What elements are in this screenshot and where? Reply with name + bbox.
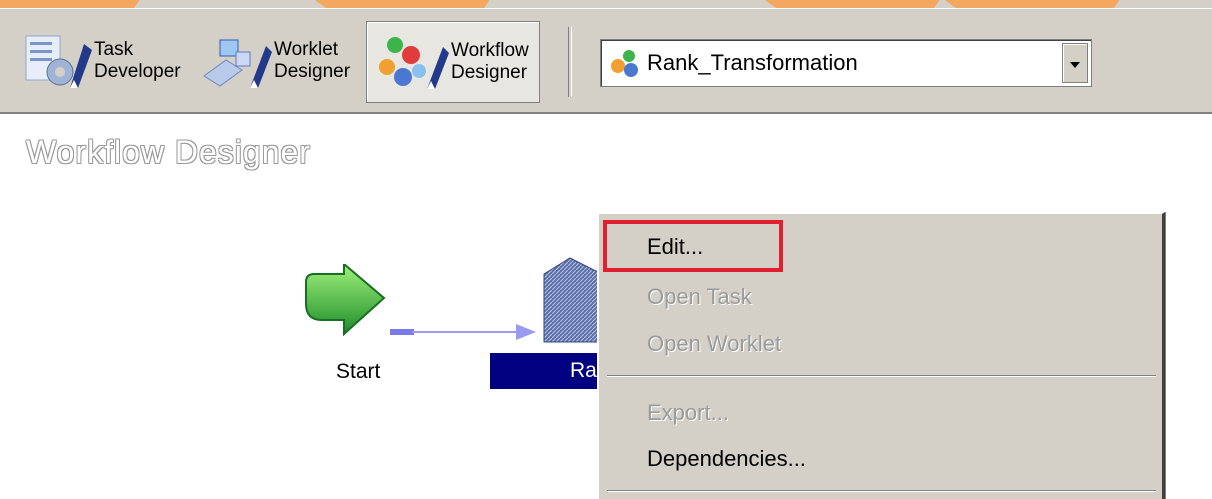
task-developer-icon — [22, 30, 94, 92]
workflow-designer-button[interactable]: Workflow Designer — [366, 21, 540, 103]
toolbar-separator — [568, 27, 572, 97]
workflow-select[interactable]: Rank_Transformation — [600, 39, 1092, 87]
menu-item-dependencies[interactable]: Dependencies... — [647, 446, 806, 472]
session-task-label[interactable]: Ra — [490, 353, 610, 389]
worklet-designer-button[interactable]: Worklet Designer — [198, 21, 360, 101]
workflow-designer-label-line1: Workflow — [451, 40, 529, 61]
workflow-select-value: Rank_Transformation — [647, 50, 858, 75]
workflow-designer-label-line2: Designer — [451, 62, 528, 83]
menu-separator — [607, 375, 1156, 377]
start-task-label: Start — [336, 360, 381, 383]
menu-item-export: Export... — [647, 400, 729, 425]
edit-highlight-box — [603, 220, 783, 272]
task-developer-label-line2: Developer — [94, 61, 181, 82]
designer-toolbar: Task Developer Worklet Designer Workflow… — [0, 8, 1212, 109]
workflow-icon — [609, 48, 641, 78]
workflow-designer-icon — [373, 31, 451, 93]
start-task-icon[interactable] — [300, 261, 386, 340]
canvas-title: Workflow Designer — [26, 134, 311, 170]
menu-item-open-worklet: Open Worklet — [647, 331, 782, 356]
chevron-down-icon — [1069, 54, 1081, 73]
worklet-designer-label-line2: Designer — [274, 61, 351, 82]
dropdown-button[interactable] — [1062, 43, 1088, 83]
worklet-designer-label-line1: Worklet — [274, 39, 339, 60]
menu-separator — [607, 490, 1156, 492]
worklet-designer-icon — [198, 30, 274, 92]
task-developer-button[interactable]: Task Developer — [22, 21, 182, 101]
task-developer-label-line1: Task — [94, 39, 134, 60]
session-task-icon[interactable] — [540, 254, 600, 346]
link-arrow[interactable] — [386, 322, 542, 342]
menu-item-open-task: Open Task — [647, 284, 752, 309]
